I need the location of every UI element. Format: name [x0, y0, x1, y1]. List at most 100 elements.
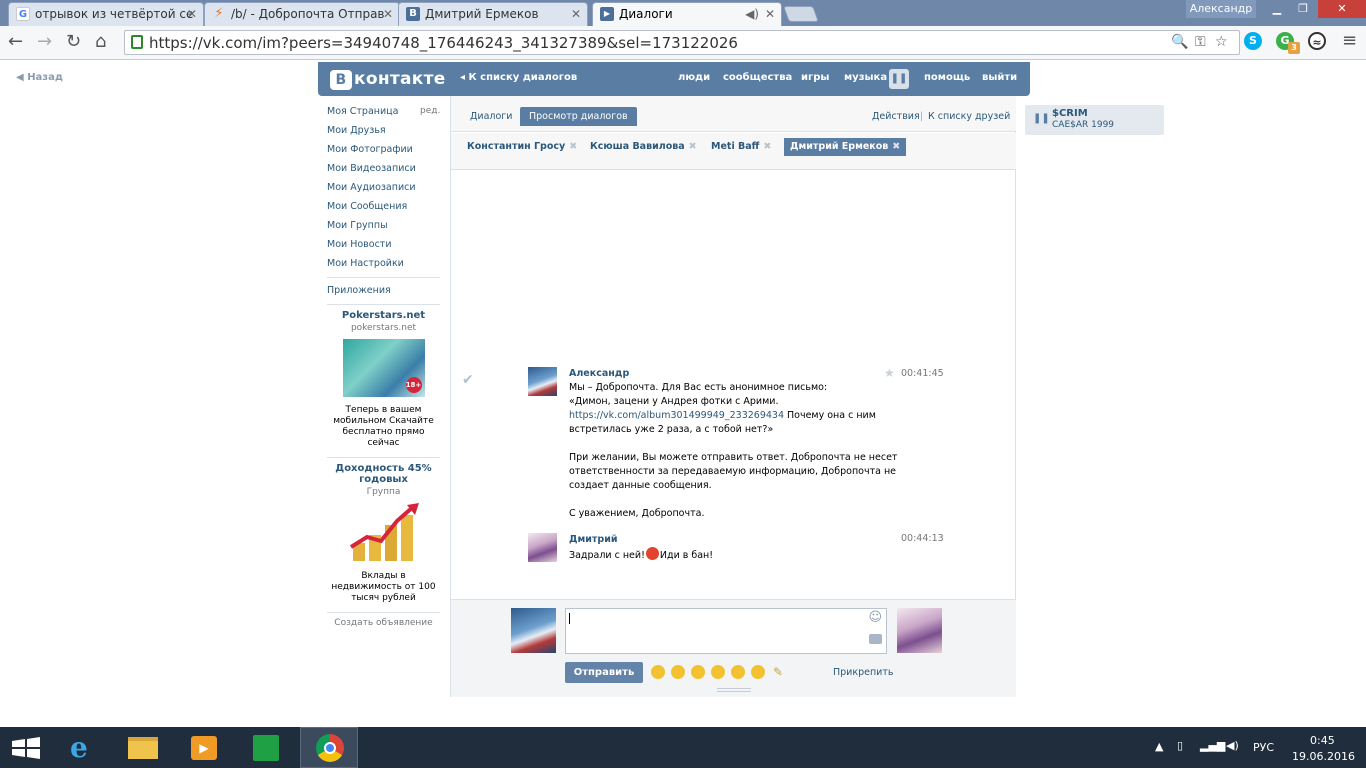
actions-link[interactable]: Действия	[872, 111, 920, 122]
tab-dialogs[interactable]: Диалоги	[461, 107, 521, 126]
close-icon[interactable]: ✖	[689, 141, 697, 152]
tab-view-dialogs[interactable]: Просмотр диалогов	[520, 107, 637, 126]
forward-arrow-icon[interactable]: →	[37, 32, 52, 52]
ad-title[interactable]: Pokerstars.net	[327, 310, 440, 321]
close-window-icon[interactable]: ✕	[1318, 0, 1366, 18]
menu-my-groups[interactable]: Мои Группы	[327, 218, 440, 237]
nav-music[interactable]: музыка	[844, 72, 887, 83]
clock-date[interactable]: 19.06.2016	[1292, 750, 1355, 763]
pause-icon[interactable]: ❚❚	[1033, 113, 1050, 124]
peer-tab[interactable]: Ксюша Вавилова ✖	[584, 138, 703, 156]
peer-tab[interactable]: Константин Гросу ✖	[461, 138, 583, 156]
laugh-emoji-icon[interactable]	[651, 665, 665, 679]
nav-help[interactable]: помощь	[924, 72, 970, 83]
message-author[interactable]: Александр	[569, 367, 899, 381]
signal-icon[interactable]: ▂▄▆	[1200, 739, 1225, 752]
album-link[interactable]: https://vk.com/album301499949_233269434	[569, 410, 784, 421]
thumbs-up-emoji-icon[interactable]	[671, 665, 685, 679]
ad-block-yield[interactable]: Доходность 45% годовых Группа Вклады в н…	[327, 463, 440, 604]
chrome-taskbar-icon[interactable]	[300, 727, 358, 768]
zoom-icon[interactable]: 🔍	[1171, 34, 1188, 50]
clock-time[interactable]: 0:45	[1310, 734, 1335, 747]
peer-avatar[interactable]	[897, 608, 942, 653]
media-player-icon[interactable]: ▶	[176, 727, 232, 768]
kiss-emoji-icon[interactable]	[751, 665, 765, 679]
close-icon[interactable]: ✕	[571, 3, 581, 25]
sync-icon[interactable]: ≈	[1308, 32, 1326, 50]
menu-my-audio[interactable]: Мои Аудиозаписи	[327, 180, 440, 199]
menu-apps[interactable]: Приложения	[327, 283, 440, 302]
maximize-icon[interactable]: ❐	[1290, 0, 1316, 18]
back-link[interactable]: ◀ Назад	[16, 72, 63, 83]
smile-icon[interactable]: ☺	[868, 610, 882, 625]
reload-icon[interactable]: ↻	[66, 32, 81, 52]
key-icon[interactable]: ⚿	[1195, 34, 1206, 50]
store-icon[interactable]	[238, 727, 294, 768]
start-button[interactable]	[0, 727, 56, 768]
attach-link[interactable]: Прикрепить	[833, 667, 893, 678]
avatar[interactable]	[528, 533, 557, 562]
audio-player[interactable]: ❚❚ $CRIM CAE$AR 1999	[1025, 105, 1164, 135]
tab-title: отрывок из четвёртой се	[35, 7, 194, 21]
browser-tab-profile[interactable]: B Дмитрий Ермеков ✕	[398, 2, 588, 26]
close-icon[interactable]: ✖	[569, 141, 577, 152]
sleepy-emoji-icon[interactable]	[731, 665, 745, 679]
nav-people[interactable]: люди	[678, 72, 710, 83]
nav-games[interactable]: игры	[801, 72, 829, 83]
menu-icon[interactable]: ≡	[1342, 31, 1357, 51]
message-input[interactable]: ☺	[565, 608, 887, 654]
create-ad-link[interactable]: Создать объявление	[327, 618, 440, 628]
menu-my-photos[interactable]: Мои Фотографии	[327, 142, 440, 161]
friends-list-link[interactable]: К списку друзей	[928, 111, 1010, 122]
ad-title[interactable]: Доходность 45% годовых	[327, 463, 440, 485]
browser-tab-dialogs[interactable]: ▶ Диалоги ◀) ✕	[592, 2, 782, 26]
tray-arrow-icon[interactable]: ▲	[1155, 740, 1163, 753]
browser-tab-dobropochta[interactable]: ⚡ /b/ - Добропочта Отправ ✕	[204, 2, 400, 26]
menu-my-videos[interactable]: Мои Видеозаписи	[327, 161, 440, 180]
peer-tab-active[interactable]: Дмитрий Ермеков ✖	[784, 138, 907, 156]
menu-my-news[interactable]: Мои Новости	[327, 237, 440, 256]
message-author[interactable]: Дмитрий	[569, 533, 899, 547]
profile-button[interactable]: Александр	[1186, 0, 1256, 18]
pencil-icon[interactable]: ✎	[771, 665, 785, 679]
back-arrow-icon[interactable]: ←	[8, 32, 23, 52]
pause-icon[interactable]: ❚❚	[889, 69, 909, 89]
camera-icon[interactable]	[869, 634, 882, 644]
url-text[interactable]: https://vk.com/im?peers=34940748_1764462…	[149, 34, 738, 52]
send-button[interactable]: Отправить	[565, 662, 643, 683]
nav-communities[interactable]: сообщества	[723, 72, 792, 83]
bookmark-star-icon[interactable]: ☆	[1215, 34, 1228, 50]
avatar[interactable]	[528, 367, 557, 396]
menu-my-messages[interactable]: Мои Сообщения	[327, 199, 440, 218]
close-icon[interactable]: ✖	[763, 141, 771, 152]
close-icon[interactable]: ✕	[765, 3, 775, 25]
new-tab-button[interactable]	[783, 6, 819, 22]
resize-handle[interactable]	[717, 688, 751, 692]
menu-my-settings[interactable]: Мои Настройки	[327, 256, 440, 275]
volume-icon[interactable]: ◀)	[1226, 739, 1239, 752]
file-explorer-icon[interactable]	[115, 727, 171, 768]
edit-link[interactable]: ред.	[420, 106, 440, 116]
browser-tab-google[interactable]: G отрывок из четвёртой се ✕	[8, 2, 204, 26]
close-icon[interactable]: ✕	[383, 3, 393, 25]
back-to-dialogs-link[interactable]: ◂ К списку диалогов	[460, 72, 577, 83]
input-language[interactable]: РУС	[1253, 741, 1274, 754]
angry-face-emoji-icon[interactable]	[691, 665, 705, 679]
minimize-icon[interactable]: ▁	[1264, 0, 1290, 18]
nav-logout[interactable]: выйти	[982, 72, 1017, 83]
ad-block-pokerstars[interactable]: Pokerstars.net pokerstars.net 18+ Теперь…	[327, 310, 440, 449]
close-icon[interactable]: ✕	[187, 3, 197, 25]
battery-icon[interactable]: ▯	[1177, 739, 1183, 752]
close-icon[interactable]: ✖	[892, 141, 900, 152]
scream-emoji-icon[interactable]	[711, 665, 725, 679]
menu-my-friends[interactable]: Мои Друзья	[327, 123, 440, 142]
poker-chips-image[interactable]: 18+	[342, 339, 425, 397]
ie-icon[interactable]: e	[56, 727, 112, 768]
vk-logo[interactable]: Bконтакте	[330, 69, 446, 90]
address-bar[interactable]: https://vk.com/im?peers=34940748_1764462…	[124, 30, 1240, 55]
coins-chart-image[interactable]	[347, 503, 421, 563]
home-icon[interactable]: ⌂	[95, 32, 106, 52]
peer-tab[interactable]: Meti Baff ✖	[705, 138, 777, 156]
skype-icon[interactable]: S	[1244, 32, 1262, 50]
my-avatar[interactable]	[511, 608, 556, 653]
